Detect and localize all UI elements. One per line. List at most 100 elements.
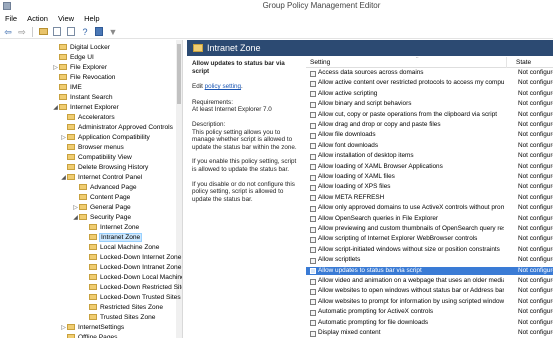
setting-row[interactable]: Display mixed content Not configured xyxy=(306,329,553,337)
setting-name: Allow cut, copy or paste operations from… xyxy=(318,110,498,118)
menu-action[interactable]: Action xyxy=(22,12,53,25)
tree-item[interactable]: Locked-Down Trusted Sites Zone xyxy=(82,292,182,302)
setting-state: Not configured xyxy=(518,287,553,295)
policy-setting-icon xyxy=(310,122,316,129)
setting-row[interactable]: Allow font downloads Not configured xyxy=(306,142,553,150)
tree-item[interactable]: Edge UI xyxy=(52,52,94,62)
setting-row[interactable]: Allow installation of desktop items Not c… xyxy=(306,152,553,160)
expand-toggle-icon[interactable]: ▷ xyxy=(52,64,59,71)
setting-row[interactable]: Automatic prompting for file downloads No… xyxy=(306,319,553,327)
tree-item[interactable]: ◢ Internet Explorer xyxy=(52,102,119,112)
setting-row[interactable]: Allow OpenSearch queries in File Explore… xyxy=(306,215,553,223)
tree-item[interactable]: Locked-Down Local Machine Zone xyxy=(82,272,182,282)
tree-item[interactable]: Local Machine Zone xyxy=(82,242,159,252)
setting-row[interactable]: Allow loading of XAML files Not configure… xyxy=(306,173,553,181)
menu-file[interactable]: File xyxy=(0,12,22,25)
setting-row[interactable]: Allow active scripting Not configured xyxy=(306,90,553,98)
up-folder-icon[interactable] xyxy=(37,26,49,38)
expand-toggle-icon[interactable]: ◢ xyxy=(60,174,67,181)
setting-row[interactable]: Allow scriptlets Not configured xyxy=(306,256,553,264)
tree-item[interactable]: Locked-Down Internet Zone xyxy=(82,252,181,262)
tree-item[interactable]: Instant Search xyxy=(52,92,113,102)
tree-item[interactable]: Trusted Sites Zone xyxy=(82,312,155,322)
setting-row[interactable]: Allow updates to status bar via script No… xyxy=(306,266,553,275)
setting-row[interactable]: Allow previewing and custom thumbnails o… xyxy=(306,225,553,233)
tree-item[interactable]: Locked-Down Intranet Zone xyxy=(82,262,181,272)
setting-row[interactable]: Allow drag and drop or copy and paste fi… xyxy=(306,121,553,129)
setting-name: Allow loading of XAML Browser Applicatio… xyxy=(318,162,443,170)
zone-header: Intranet Zone xyxy=(187,40,553,56)
tree-item[interactable]: ◢ Internet Control Panel xyxy=(60,172,142,182)
folder-icon xyxy=(59,54,67,60)
forward-arrow-icon[interactable]: ⇨ xyxy=(16,26,28,38)
setting-row[interactable]: Access data sources across domains Not co… xyxy=(306,69,553,77)
setting-state: Not configured xyxy=(518,173,553,180)
policy-setting-icon xyxy=(310,101,316,108)
expand-toggle-icon[interactable]: ◢ xyxy=(72,214,79,221)
setting-row[interactable]: Allow script-initiated windows without s… xyxy=(306,246,553,254)
back-arrow-icon[interactable]: ⇦ xyxy=(2,26,14,38)
policy-setting-icon xyxy=(310,330,316,337)
tree-item[interactable]: ▷ InternetSettings xyxy=(60,322,124,332)
setting-row[interactable]: Allow cut, copy or paste operations from… xyxy=(306,111,553,119)
menu-view[interactable]: View xyxy=(53,12,79,25)
tree-item[interactable]: Accelerators xyxy=(60,112,115,122)
setting-row[interactable]: Allow binary and script behaviors Not con… xyxy=(306,100,553,108)
setting-row[interactable]: Allow loading of XAML Browser Applicatio… xyxy=(306,163,553,171)
tree-item[interactable]: ▷ File Explorer xyxy=(52,62,107,72)
setting-row[interactable]: Automatic prompting for ActiveX controls… xyxy=(306,308,553,316)
tree-item[interactable]: ▷ General Page xyxy=(72,202,131,212)
properties-icon[interactable] xyxy=(93,26,105,38)
setting-name: Allow websites to prompt for information… xyxy=(318,297,504,305)
setting-row[interactable]: Allow websites to open windows without s… xyxy=(306,287,553,295)
help-icon[interactable]: ? xyxy=(79,26,91,38)
tree-item[interactable]: Delete Browsing History xyxy=(60,162,148,172)
folder-icon xyxy=(59,44,67,50)
filter-icon[interactable]: ▼ xyxy=(107,26,119,38)
expand-toggle-icon[interactable]: ▷ xyxy=(72,204,79,211)
settings-list[interactable]: ^ Setting State Access data sources acro… xyxy=(306,57,553,338)
menu-help[interactable]: Help xyxy=(79,12,104,25)
setting-row[interactable]: Allow loading of XPS files Not configured xyxy=(306,183,553,191)
column-header-state[interactable]: State xyxy=(516,59,531,66)
setting-row[interactable]: Allow video and animation on a webpage t… xyxy=(306,277,553,285)
tree-item-label: IME xyxy=(70,83,82,91)
policy-setting-icon xyxy=(310,288,316,295)
column-header-setting[interactable]: Setting xyxy=(310,59,330,66)
policy-tree[interactable]: Digital Locker Edge UI ▷ File Explorer File … xyxy=(0,40,183,338)
folder-icon xyxy=(67,134,75,140)
expand-toggle-icon[interactable]: ◢ xyxy=(52,104,59,111)
tree-scroll-thumb[interactable] xyxy=(177,44,181,104)
setting-name: Allow META REFRESH xyxy=(318,193,385,201)
column-divider[interactable] xyxy=(506,57,507,68)
setting-row[interactable]: Allow file downloads Not configured xyxy=(306,131,553,139)
show-hide-tree-icon[interactable] xyxy=(51,26,63,38)
expand-toggle-icon[interactable]: ▷ xyxy=(60,134,67,141)
setting-row[interactable]: Allow active content over restricted pro… xyxy=(306,79,553,87)
tree-item[interactable]: Internet Zone xyxy=(82,222,139,232)
setting-row[interactable]: Allow scripting of Internet Explorer Web… xyxy=(306,235,553,243)
tree-item[interactable]: IME xyxy=(52,82,82,92)
expand-toggle-icon[interactable]: ▷ xyxy=(60,324,67,331)
tree-item[interactable]: Advanced Page xyxy=(72,182,137,192)
tree-item[interactable]: Administrator Approved Controls xyxy=(60,122,173,132)
disable-text: If you disable or do not configure this … xyxy=(192,180,295,203)
tree-item[interactable]: Browser menus xyxy=(60,142,124,152)
tree-item[interactable]: Locked-Down Restricted Sites Zone xyxy=(82,282,182,292)
tree-item[interactable]: Intranet Zone xyxy=(82,232,143,242)
tree-item-label: Digital Locker xyxy=(70,43,110,51)
tree-item[interactable]: ▷ Application Compatibility xyxy=(60,132,150,142)
tree-item[interactable]: Digital Locker xyxy=(52,42,110,52)
tree-item[interactable]: Restricted Sites Zone xyxy=(82,302,163,312)
tree-item[interactable]: Offline Pages xyxy=(60,332,117,338)
export-list-icon[interactable] xyxy=(65,26,77,38)
setting-row[interactable]: Allow websites to prompt for information… xyxy=(306,298,553,306)
setting-row[interactable]: Allow only approved domains to use Activ… xyxy=(306,204,553,212)
setting-row[interactable]: Allow META REFRESH Not configured xyxy=(306,194,553,202)
tree-item-label: Locked-Down Trusted Sites Zone xyxy=(100,293,182,301)
tree-item[interactable]: File Revocation xyxy=(52,72,115,82)
edit-policy-link[interactable]: policy setting xyxy=(205,83,241,90)
tree-item[interactable]: Content Page xyxy=(72,192,130,202)
tree-item[interactable]: ◢ Security Page xyxy=(72,212,131,222)
tree-item[interactable]: Compatibility View xyxy=(60,152,132,162)
